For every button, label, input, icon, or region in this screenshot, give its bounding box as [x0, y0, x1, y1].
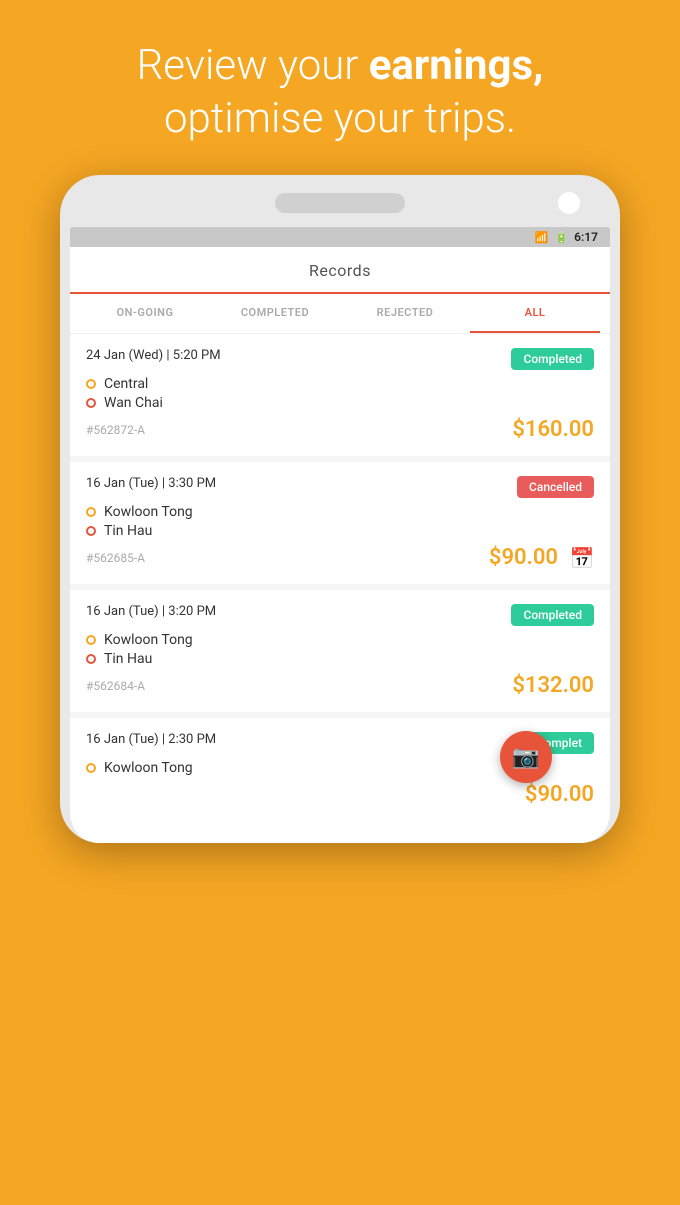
hero-bold: earnings, [369, 41, 544, 90]
status-bar: 📶 🔋 6:17 [70, 227, 610, 247]
calendar-icon[interactable]: 📅 [570, 546, 594, 570]
destination-dot [86, 526, 96, 536]
origin-dot [86, 379, 96, 389]
status-badge: Completed [511, 348, 594, 370]
record-datetime: 16 Jan (Tue) | 3:20 PM [86, 604, 216, 619]
destination-dot [86, 398, 96, 408]
record-datetime: 16 Jan (Tue) | 2:30 PM [86, 732, 216, 747]
origin-dot [86, 763, 96, 773]
order-id: #562872-A [86, 423, 145, 437]
origin-name: Central [104, 376, 148, 392]
status-badge: Cancelled [517, 476, 594, 498]
phone-top [70, 193, 610, 227]
destination-name: Tin Hau [104, 523, 152, 539]
app-header-title: Records [309, 261, 371, 280]
hero-title: Review your earnings, optimise your trip… [40, 40, 640, 145]
origin-name: Kowloon Tong [104, 632, 193, 648]
record-datetime: 16 Jan (Tue) | 3:30 PM [86, 476, 216, 491]
order-id: #562685-A [86, 551, 145, 565]
phone-mockup: 📶 🔋 6:17 Records ON-GOING COMPLETED REJE… [60, 175, 620, 843]
app-header: Records [70, 247, 610, 294]
camera-icon: 📷 [512, 745, 539, 770]
record-locations: Central Wan Chai [86, 376, 594, 411]
record-amount: $90.00 [525, 782, 594, 807]
table-row[interactable]: 16 Jan (Tue) | 3:30 PM Cancelled Kowloon… [70, 462, 610, 584]
app-screen: 📶 🔋 6:17 Records ON-GOING COMPLETED REJE… [70, 227, 610, 843]
fab-button[interactable]: 📷 [500, 731, 552, 783]
record-amount: $160.00 [512, 417, 594, 442]
phone-camera [558, 192, 580, 214]
phone-speaker [275, 193, 405, 213]
table-row[interactable]: 16 Jan (Tue) | 3:20 PM Completed Kowloon… [70, 590, 610, 712]
tab-rejected[interactable]: REJECTED [340, 294, 470, 333]
origin-dot [86, 507, 96, 517]
order-id: #562684-A [86, 679, 145, 693]
status-badge: Completed [511, 604, 594, 626]
origin-name: Kowloon Tong [104, 504, 193, 520]
battery-icon: 🔋 [554, 231, 568, 244]
table-row[interactable]: 24 Jan (Wed) | 5:20 PM Completed Central… [70, 334, 610, 456]
phone-wrapper: 📶 🔋 6:17 Records ON-GOING COMPLETED REJE… [0, 175, 680, 843]
destination-name: Wan Chai [104, 395, 163, 411]
destination-dot [86, 654, 96, 664]
hero-line2: optimise your trips. [164, 94, 516, 143]
record-locations: Kowloon Tong Tin Hau [86, 632, 594, 667]
origin-dot [86, 635, 96, 645]
record-amount: $132.00 [512, 673, 594, 698]
record-datetime: 24 Jan (Wed) | 5:20 PM [86, 348, 221, 363]
origin-name: Kowloon Tong [104, 760, 193, 776]
hero-section: Review your earnings, optimise your trip… [0, 0, 680, 175]
status-time: 6:17 [574, 230, 598, 244]
destination-name: Tin Hau [104, 651, 152, 667]
tab-ongoing[interactable]: ON-GOING [80, 294, 210, 333]
record-locations: Kowloon Tong Tin Hau [86, 504, 594, 539]
tab-all[interactable]: ALL [470, 294, 600, 333]
tab-bar: ON-GOING COMPLETED REJECTED ALL [70, 294, 610, 334]
record-amount: $90.00 [489, 545, 558, 570]
tab-completed[interactable]: COMPLETED [210, 294, 340, 333]
signal-icon: 📶 [535, 231, 549, 244]
